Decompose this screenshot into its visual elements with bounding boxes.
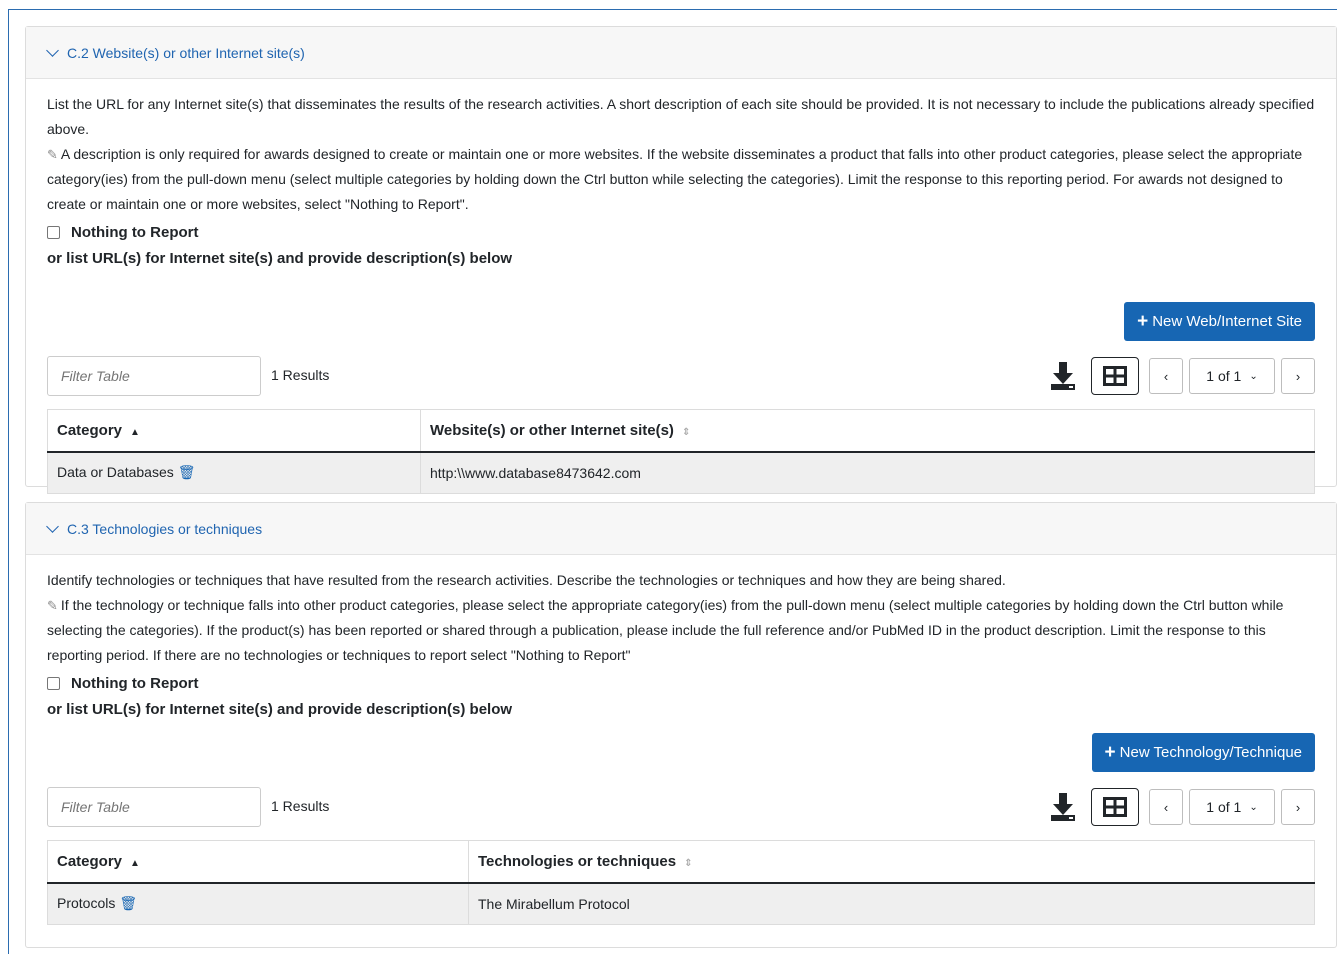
table-toolbar: 1 Results ‹ 1 of 1⌄ › xyxy=(47,356,1315,396)
column-header-category[interactable]: Category ▲ xyxy=(47,409,421,453)
column-toggle-button[interactable] xyxy=(1091,357,1139,395)
column-toggle-button[interactable] xyxy=(1091,788,1139,826)
table-columns-icon xyxy=(1103,797,1127,817)
plus-icon: + xyxy=(1104,741,1116,763)
sort-icon: ⇕ xyxy=(681,426,691,438)
trash-icon[interactable]: 🗑 xyxy=(178,464,196,480)
chevron-right-icon: › xyxy=(1295,368,1301,384)
section-note: ✎ If the technology or technique falls in… xyxy=(47,597,1284,663)
nothing-to-report-checkbox[interactable]: Nothing to Report xyxy=(47,671,1315,695)
column-header-category[interactable]: Category ▲ xyxy=(47,840,469,884)
chevron-right-icon: › xyxy=(1295,799,1301,815)
plus-icon: + xyxy=(1137,310,1149,332)
results-count: 1 Results xyxy=(271,798,330,814)
checkbox-box[interactable] xyxy=(47,225,60,239)
chevron-left-icon: ‹ xyxy=(1163,368,1169,384)
category-cell: Data or Databases 🗑 xyxy=(47,451,421,494)
table-row[interactable]: Protocols 🗑 The Mirabellum Protocol xyxy=(47,882,1315,925)
technology-cell: The Mirabellum Protocol xyxy=(468,882,1315,925)
category-cell: Protocols 🗑 xyxy=(47,882,469,925)
sort-asc-icon: ▲ xyxy=(130,426,140,438)
section-c2-panel: C.2 Website(s) or other Internet site(s)… xyxy=(25,26,1337,494)
chevron-down-icon[interactable] xyxy=(46,43,59,57)
table-columns-icon xyxy=(1103,366,1127,386)
prev-page-button[interactable]: ‹ xyxy=(1149,358,1183,394)
trash-icon[interactable]: 🗑 xyxy=(119,895,137,911)
or-list-label: or list URL(s) for Internet site(s) and … xyxy=(47,250,513,267)
new-web-site-button[interactable]: + New Web/Internet Site xyxy=(1124,302,1315,341)
chevron-left-icon: ‹ xyxy=(1163,799,1169,815)
data-table: Category ▲ Website(s) or other Internet s… xyxy=(47,409,1315,494)
next-page-button[interactable]: › xyxy=(1281,358,1315,394)
section-c3-panel: C.3 Technologies or techniques Identify … xyxy=(25,502,1337,948)
website-cell: http:\\www.database8473642.com xyxy=(420,451,1315,494)
page-select[interactable]: 1 of 1 ⌄ xyxy=(1189,789,1275,825)
chevron-down-icon[interactable] xyxy=(46,519,59,533)
column-header-technologies[interactable]: Technologies or techniques ⇕ xyxy=(468,840,1315,884)
section-note: ✎ A description is only required for awar… xyxy=(47,146,1303,212)
section-title[interactable]: C.3 Technologies or techniques xyxy=(67,521,262,537)
sort-icon: ⇕ xyxy=(684,857,693,869)
download-icon[interactable] xyxy=(1049,360,1077,392)
chevron-down-icon: ⌄ xyxy=(1249,370,1258,382)
nothing-to-report-checkbox[interactable]: Nothing to Report xyxy=(47,220,1315,244)
section-title[interactable]: C.2 Website(s) or other Internet site(s) xyxy=(67,45,305,61)
new-technology-button[interactable]: + New Technology/Technique xyxy=(1091,733,1315,772)
chevron-down-icon: ⌄ xyxy=(1249,801,1258,813)
filter-table-input[interactable] xyxy=(47,356,261,396)
or-list-label: or list URL(s) for Internet site(s) and … xyxy=(47,701,513,718)
column-header-website[interactable]: Website(s) or other Internet site(s) ⇕ xyxy=(420,409,1315,453)
next-page-button[interactable]: › xyxy=(1281,789,1315,825)
table-toolbar: 1 Results ‹ 1 of 1⌄ › xyxy=(47,787,1315,827)
filter-table-input[interactable] xyxy=(47,787,261,827)
sort-asc-icon: ▲ xyxy=(130,857,140,869)
checkbox-label: Nothing to Report xyxy=(71,223,199,241)
section-c2-header[interactable]: C.2 Website(s) or other Internet site(s) xyxy=(26,27,1336,79)
data-table: Category ▲ Technologies or techniques ⇕ Pr… xyxy=(47,840,1315,925)
section-c3-header[interactable]: C.3 Technologies or techniques xyxy=(26,503,1336,555)
pencil-note-icon: ✎ xyxy=(47,147,58,162)
checkbox-box[interactable] xyxy=(47,676,60,690)
page-select[interactable]: 1 of 1 ⌄ xyxy=(1189,358,1275,394)
table-row[interactable]: Data or Databases 🗑 http:\\www.database84… xyxy=(47,451,1315,494)
section-description: List the URL for any Internet site(s) th… xyxy=(47,96,1315,137)
section-description: Identify technologies or techniques that… xyxy=(47,572,1006,588)
prev-page-button[interactable]: ‹ xyxy=(1149,789,1183,825)
pencil-note-icon: ✎ xyxy=(47,598,58,613)
download-icon[interactable] xyxy=(1049,791,1077,823)
checkbox-label: Nothing to Report xyxy=(71,674,199,692)
results-count: 1 Results xyxy=(271,367,330,383)
